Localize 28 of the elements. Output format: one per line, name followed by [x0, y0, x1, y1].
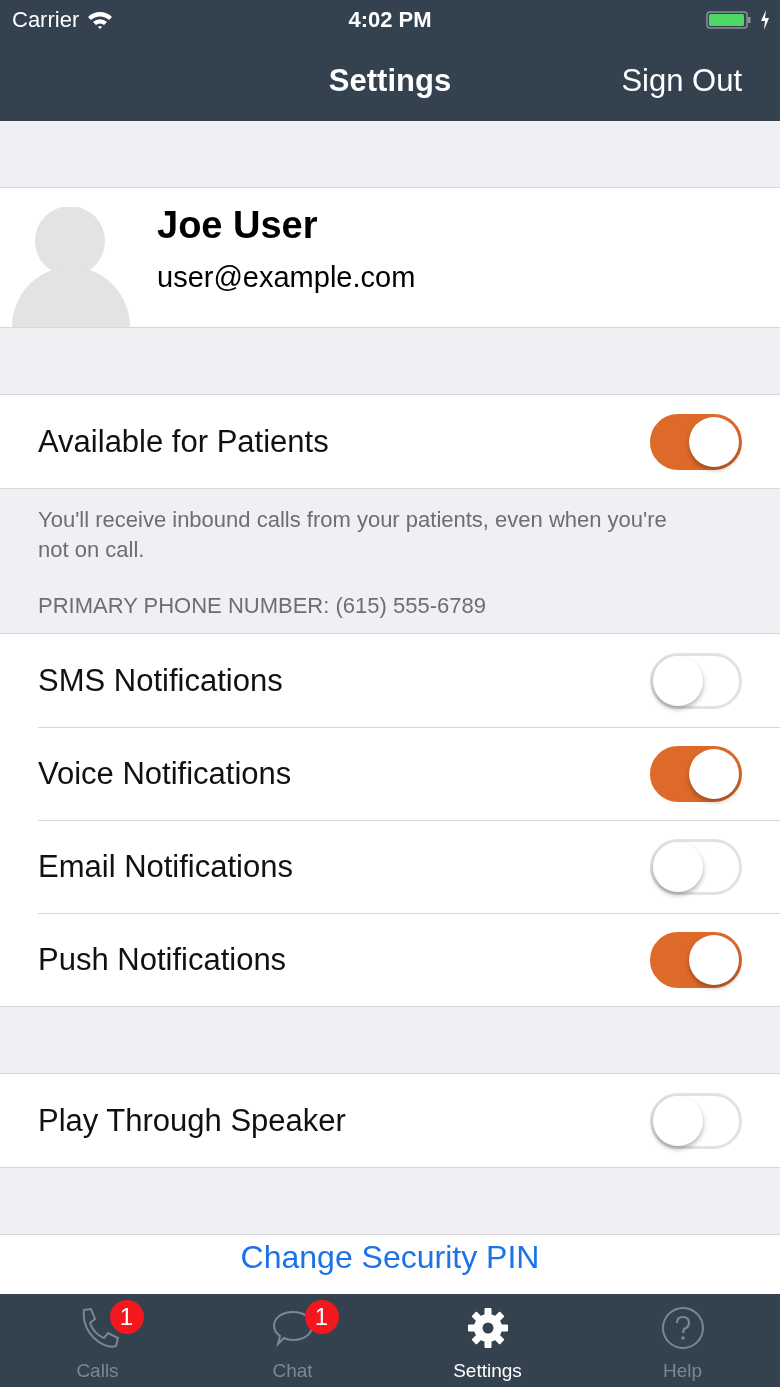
- status-time: 4:02 PM: [348, 7, 432, 33]
- sign-out-button[interactable]: Sign Out: [621, 62, 742, 99]
- battery-icon: [706, 10, 752, 30]
- settings-icon: [465, 1306, 510, 1350]
- notification-badge: 1: [109, 1300, 144, 1334]
- wifi-icon: [87, 10, 114, 30]
- setting-label: Play Through Speaker: [38, 1102, 346, 1139]
- setting-label: Email Notifications: [38, 848, 293, 885]
- toggle-switch[interactable]: [650, 931, 742, 988]
- notification-badge: 1: [304, 1300, 339, 1334]
- tab-item[interactable]: Help: [585, 1294, 780, 1387]
- toggle-switch[interactable]: [650, 413, 742, 470]
- tab-item[interactable]: Settings: [390, 1294, 585, 1387]
- setting-label: SMS Notifications: [38, 662, 283, 699]
- toggle-switch[interactable]: [650, 745, 742, 802]
- user-name: Joe User: [157, 204, 319, 247]
- section-footer: You'll receive inbound calls from your patients, even when you're not on call.: [0, 489, 780, 565]
- tab-item[interactable]: 1 Calls: [0, 1294, 195, 1387]
- setting-label: Voice Notifications: [38, 755, 292, 792]
- screen-title: Settings: [328, 62, 452, 99]
- carrier-label: Carrier: [12, 7, 80, 33]
- setting-label: Available for Patients: [38, 423, 329, 460]
- tab-item[interactable]: 1 Chat: [195, 1294, 390, 1387]
- help-icon: [660, 1306, 705, 1350]
- charging-icon: [760, 10, 770, 30]
- user-email: user@example.com: [157, 261, 416, 294]
- section-header: PRIMARY PHONE NUMBER: (615) 555-6789: [37, 592, 487, 620]
- setting-label: Push Notifications: [38, 941, 287, 978]
